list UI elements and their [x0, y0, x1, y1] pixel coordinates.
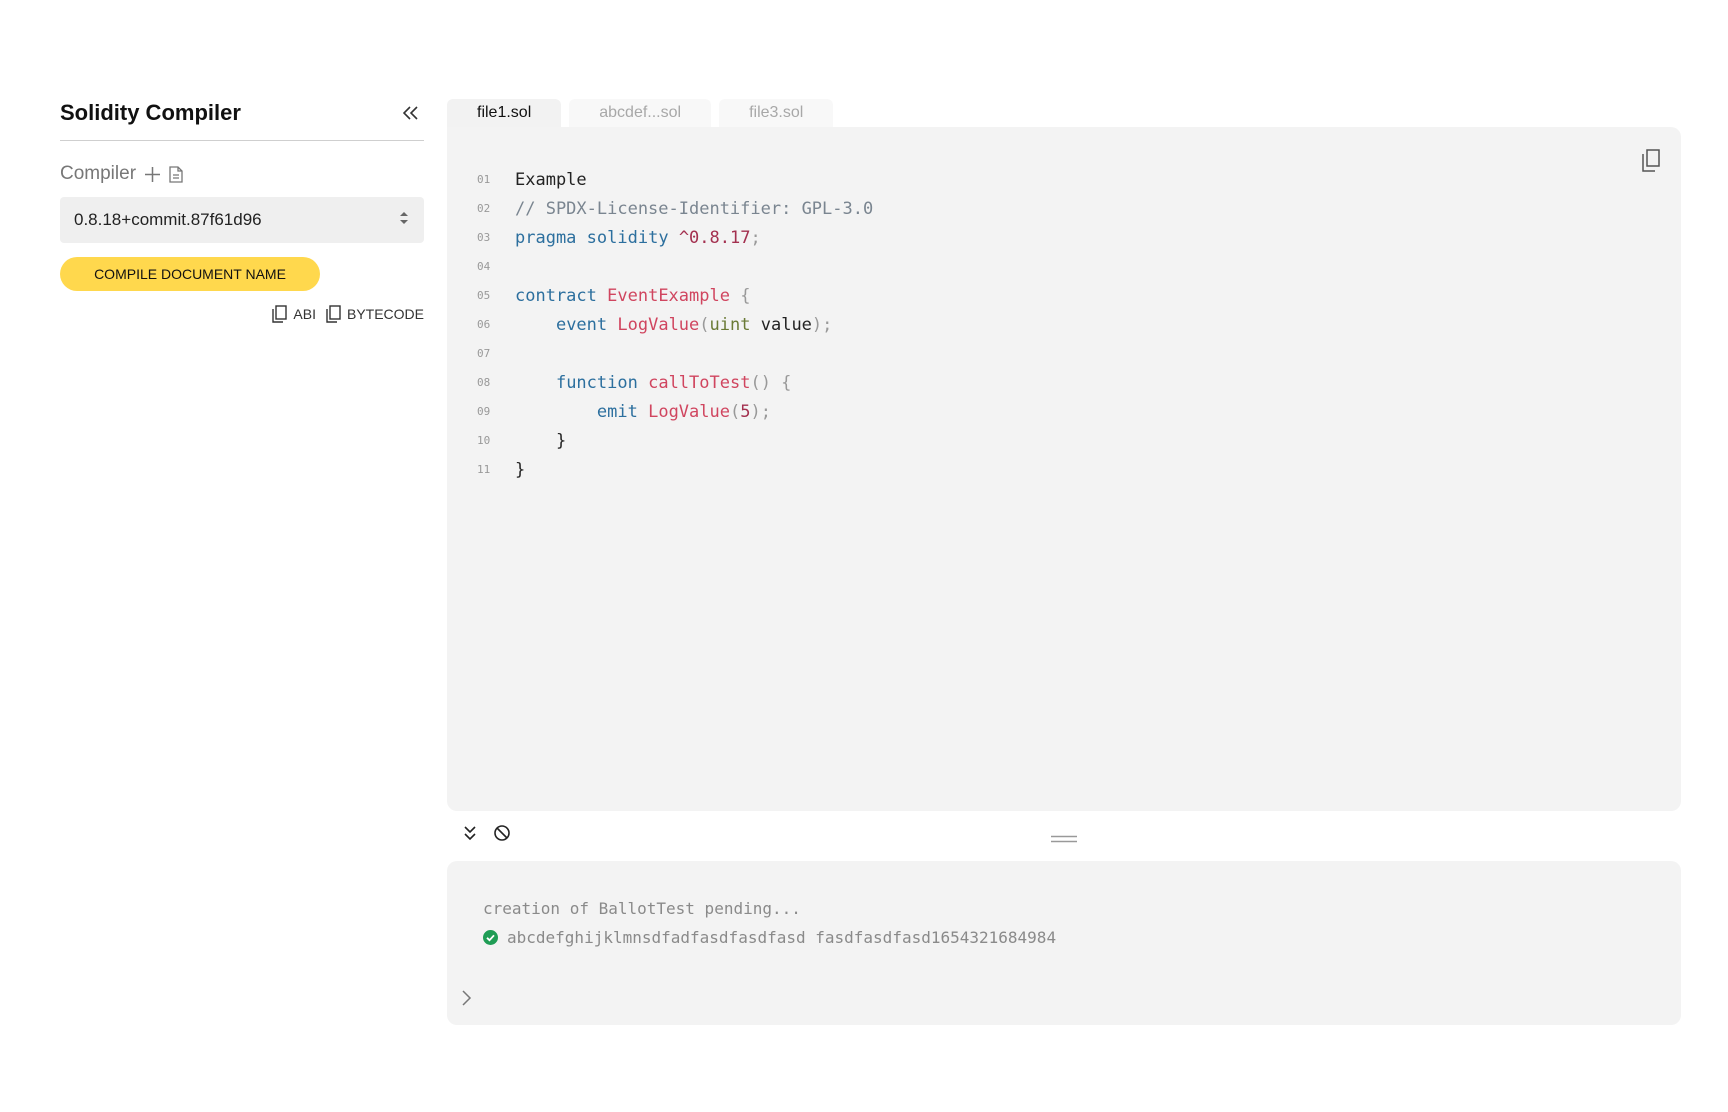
tab-abcdef[interactable]: abcdef...sol: [569, 99, 712, 127]
compiler-version-value: 0.8.18+commit.87f61d96: [74, 210, 262, 229]
keyword: pragma: [515, 227, 577, 248]
line-comment: // SPDX-License-Identifier: GPL-3.0: [515, 198, 874, 219]
ban-icon[interactable]: [493, 824, 511, 847]
code-line: 03 pragma solidity ^0.8.17;: [477, 223, 873, 252]
chevron-right-icon[interactable]: [461, 989, 473, 1011]
chevrons-down-icon[interactable]: [463, 824, 477, 847]
console-log-success: abcdefghijklmnsdfadfasdfasdfasd fasdfasd…: [483, 928, 1056, 947]
line-number: 07: [477, 347, 491, 360]
copy-icon: [272, 305, 288, 323]
identifier: LogValue: [617, 314, 700, 335]
drag-handle-icon[interactable]: [1051, 830, 1077, 843]
compiler-row: Compiler: [60, 163, 424, 185]
code-line: 10 }: [477, 426, 873, 455]
compiler-sidebar: Solidity Compiler Compiler 0.8.18+commit…: [60, 94, 424, 323]
copy-bytecode-button[interactable]: BYTECODE: [326, 305, 424, 323]
bytecode-label: BYTECODE: [346, 306, 424, 322]
line-number: 06: [477, 318, 491, 331]
punctuation: );: [811, 314, 833, 335]
code-line: 05 contract EventExample {: [477, 281, 873, 310]
code-line: 02 // SPDX-License-Identifier: GPL-3.0: [477, 194, 873, 223]
sidebar-title: Solidity Compiler: [60, 100, 241, 125]
keyword: contract: [515, 285, 597, 306]
code-line: 06 event LogValue(uint value);: [477, 310, 873, 339]
code-lines: 01 Example 02 // SPDX-License-Identifier…: [477, 165, 873, 484]
punctuation: (: [699, 314, 710, 335]
line-number: 09: [477, 405, 491, 418]
line-number: 05: [477, 289, 491, 302]
code-editor[interactable]: 01 Example 02 // SPDX-License-Identifier…: [447, 127, 1681, 811]
punctuation: );: [750, 401, 771, 422]
code-line: 09 emit LogValue(5);: [477, 397, 873, 426]
code-line: 04: [477, 252, 873, 281]
line-number: 08: [477, 376, 491, 389]
brace: }: [555, 430, 567, 451]
punctuation: (: [729, 401, 741, 422]
line-number: 02: [477, 202, 491, 215]
compiler-version-select[interactable]: 0.8.18+commit.87f61d96: [60, 197, 424, 243]
console-log-pending: creation of BallotTest pending...: [483, 899, 801, 918]
identifier: callToTest: [648, 372, 751, 393]
compile-button[interactable]: COMPILE DOCUMENT NAME: [60, 257, 320, 291]
identifier: EventExample: [607, 285, 730, 306]
console-toolbar: [447, 822, 1681, 848]
keyword: event: [555, 314, 608, 335]
keyword: solidity: [586, 227, 669, 248]
line-number: 10: [477, 434, 491, 447]
type: uint: [709, 314, 751, 335]
code-line: 11 }: [477, 455, 873, 484]
file-tabs: file1.sol abcdef...sol file3.sol: [447, 99, 834, 127]
keyword: emit: [596, 401, 638, 422]
compiler-label: Compiler: [60, 163, 137, 184]
line-number: 04: [477, 260, 491, 273]
line-text: Example: [515, 169, 587, 190]
copy-icon[interactable]: [1641, 149, 1661, 178]
line-number: 11: [477, 463, 491, 476]
tab-file1[interactable]: file1.sol: [447, 99, 562, 127]
parameter: value: [760, 314, 812, 335]
abi-label: ABI: [293, 306, 316, 322]
tab-file3[interactable]: file3.sol: [719, 99, 834, 127]
brace: }: [515, 459, 526, 480]
copy-abi-button[interactable]: ABI: [272, 305, 316, 323]
copy-actions: ABI BYTECODE: [60, 305, 424, 323]
punctuation: () {: [750, 372, 792, 393]
file-icon[interactable]: [169, 165, 183, 183]
line-number: 01: [477, 173, 491, 186]
sidebar-header: Solidity Compiler: [60, 94, 424, 141]
code-line: 01 Example: [477, 165, 873, 194]
check-circle-icon: [483, 930, 498, 945]
code-line: 08 function callToTest() {: [477, 368, 873, 397]
punctuation: ;: [750, 227, 761, 248]
number-literal: 5: [740, 401, 751, 422]
version-literal: ^0.8.17: [678, 227, 751, 248]
sort-arrows-icon: [398, 210, 410, 231]
chevrons-left-icon[interactable]: [398, 100, 424, 126]
copy-icon: [326, 305, 341, 323]
console-log-text: abcdefghijklmnsdfadfasdfasdfasd fasdfasd…: [507, 928, 1057, 947]
code-line: 07: [477, 339, 873, 368]
console-panel: creation of BallotTest pending... abcdef…: [447, 861, 1681, 1025]
punctuation: {: [740, 285, 751, 306]
identifier: LogValue: [648, 401, 730, 422]
plus-icon[interactable]: [144, 166, 161, 183]
line-number: 03: [477, 231, 491, 244]
keyword: function: [555, 372, 638, 393]
